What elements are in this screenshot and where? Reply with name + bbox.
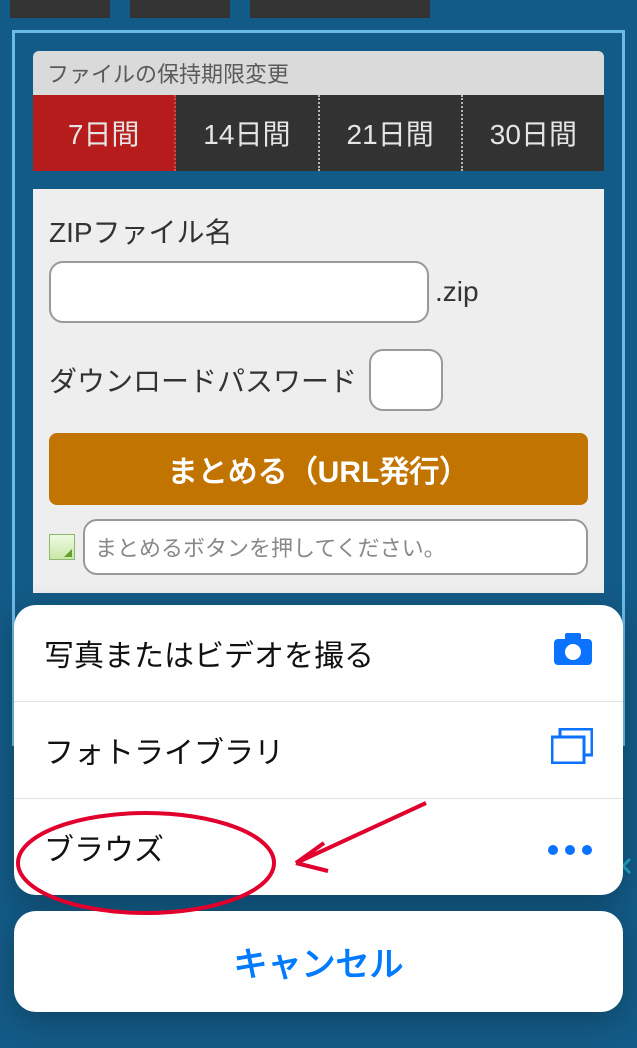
zip-panel: ZIPファイル名 .zip ダウンロードパスワード まとめる（URL発行） まと… [33, 189, 604, 593]
action-label: 写真またはビデオを撮る [44, 631, 374, 675]
camera-icon [553, 632, 593, 674]
action-browse[interactable]: ブラウズ [14, 799, 623, 895]
file-picker-action-sheet: 写真またはビデオを撮る フォトライブラリ ブラウズ キャンセル [14, 605, 623, 1012]
zip-extension-label: .zip [435, 276, 479, 308]
retention-option-7[interactable]: 7日間 [33, 95, 176, 171]
more-icon [547, 830, 593, 864]
photo-library-icon [551, 728, 593, 772]
download-password-label: ダウンロードパスワード [49, 360, 357, 400]
retention-option-14[interactable]: 14日間 [176, 95, 319, 171]
action-label: フォトライブラリ [44, 728, 284, 772]
note-icon [49, 534, 75, 560]
download-password-input[interactable] [369, 349, 443, 411]
action-photo-library[interactable]: フォトライブラリ [14, 702, 623, 799]
zip-filename-input[interactable] [49, 261, 429, 323]
tab-placeholder[interactable] [130, 0, 230, 18]
retention-option-30[interactable]: 30日間 [463, 95, 604, 171]
action-take-photo-video[interactable]: 写真またはビデオを撮る [14, 605, 623, 702]
tab-placeholder[interactable] [10, 0, 110, 18]
zip-filename-label: ZIPファイル名 [49, 211, 588, 251]
bundle-button[interactable]: まとめる（URL発行） [49, 433, 588, 505]
retention-option-21[interactable]: 21日間 [320, 95, 463, 171]
action-cancel[interactable]: キャンセル [14, 911, 623, 1012]
tab-placeholder[interactable] [250, 0, 430, 18]
bundle-hint-field[interactable]: まとめるボタンを押してください。 [83, 519, 588, 575]
retention-header: ファイルの保持期限変更 [33, 51, 604, 95]
action-label: ブラウズ [44, 825, 164, 869]
